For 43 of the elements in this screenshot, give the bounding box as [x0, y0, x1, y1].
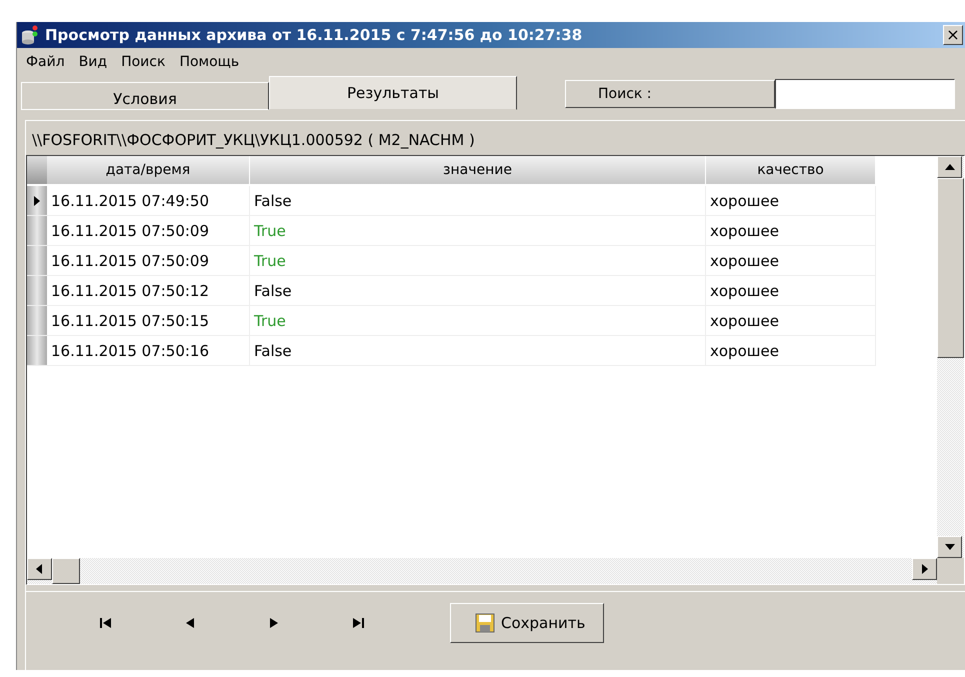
tab[interactable]: Результаты [269, 76, 517, 110]
search-field[interactable] [775, 79, 955, 109]
tab[interactable]: Условия [21, 82, 269, 110]
table-cell: 16.11.2015 07:50:16 [47, 336, 250, 366]
menu-item[interactable]: Поиск [116, 54, 170, 70]
database-icon [21, 25, 39, 45]
scroll-thumb[interactable] [937, 178, 964, 358]
save-button[interactable]: Сохранить [450, 603, 604, 643]
header-corner [27, 156, 47, 184]
table-cell: 16.11.2015 07:50:09 [47, 246, 250, 276]
table-cell: хорошее [706, 336, 876, 366]
table-cell: хорошее [706, 216, 876, 246]
menu-item[interactable]: Вид [74, 54, 112, 70]
table-cell: False [250, 186, 706, 216]
column-header[interactable]: качество [706, 156, 876, 184]
table-cell: 16.11.2015 07:50:09 [47, 216, 250, 246]
skip-icon [351, 616, 365, 630]
table-cell: True [250, 216, 706, 246]
scroll-thumb[interactable] [52, 558, 80, 584]
column-header[interactable]: значение [250, 156, 706, 184]
table-cell: хорошее [706, 246, 876, 276]
archive-path: \\FOSFORIT\\ФОСФОРИТ_УКЦ\УКЦ1.000592 ( M2_NACHM ) [31, 130, 476, 151]
table-cell: 16.11.2015 07:50:15 [47, 306, 250, 336]
column-header[interactable]: дата/время [47, 156, 250, 184]
window-title: Просмотр данных архива от 16.11.2015 с 7:47:56 до 10:27:38 [45, 26, 584, 44]
menu-item[interactable]: Помощь [174, 54, 244, 70]
table-cell: 16.11.2015 07:49:50 [47, 186, 250, 216]
table-cell: True [250, 246, 706, 276]
table-cell: хорошее [706, 186, 876, 216]
vertical-scrollbar[interactable] [937, 156, 964, 558]
table-cell: хорошее [706, 276, 876, 306]
table-cell: True [250, 306, 706, 336]
table-cell: False [250, 276, 706, 306]
skip-icon [99, 616, 113, 630]
close-button[interactable]: × [943, 25, 963, 45]
table-cell: 16.11.2015 07:50:12 [47, 276, 250, 306]
row-header[interactable] [27, 186, 47, 216]
horizontal-scrollbar[interactable] [27, 558, 937, 584]
search-label: Поиск : [565, 80, 775, 108]
menu-item[interactable]: Файл [21, 54, 70, 70]
table-cell: хорошее [706, 306, 876, 336]
save-icon [475, 613, 495, 633]
table-cell: False [250, 336, 706, 366]
